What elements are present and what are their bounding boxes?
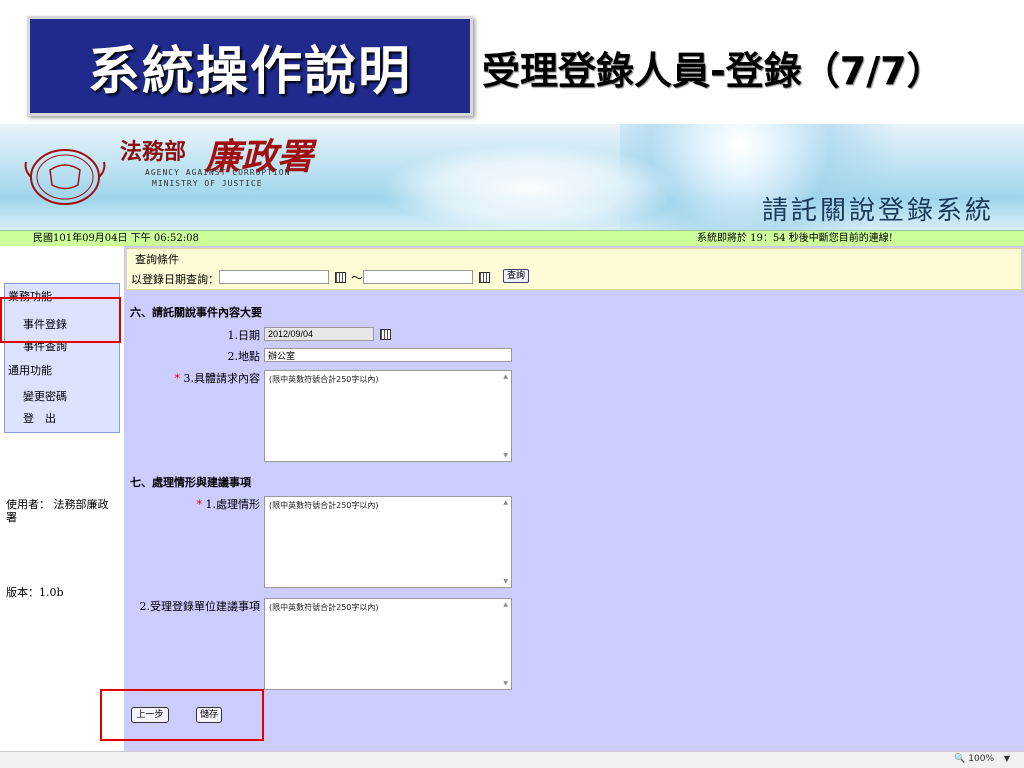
agency-prefix: 法務部 <box>120 139 187 165</box>
request-content-textarea[interactable]: (限中英數符號合計250字以內) ▲ ▼ <box>264 370 512 462</box>
section7-title: 七、處理情形與建議事項 <box>130 476 251 489</box>
request-content-label-text: 3.具體請求內容 <box>183 372 261 385</box>
scroll-down-icon[interactable]: ▼ <box>503 680 508 687</box>
agency-english-line1: AGENCY AGAINST CORRUPTION <box>145 168 291 177</box>
highlight-event-register <box>0 297 121 343</box>
site-banner: 法務部 廉政署 AGENCY AGAINST CORRUPTION MINIST… <box>0 124 1024 230</box>
handling-label-text: 1.處理情形 <box>205 498 261 511</box>
zoom-level[interactable]: 🔍 100% <box>954 754 994 764</box>
system-name: 請託關說登錄系統 <box>761 196 994 226</box>
browser-status-bar: 🔍 100% ▼ <box>0 751 1024 768</box>
suggestion-textarea[interactable]: (限中英數符號合計250字以內) ▲ ▼ <box>264 598 512 690</box>
scroll-up-icon[interactable]: ▲ <box>503 499 508 506</box>
sidebar-item-change-password[interactable]: 變更密碼 <box>23 388 67 404</box>
main-form-area: 查詢條件 以登錄日期查詢： ～ 查詢 六、請託關說事件內容大要 1.日期 2.地… <box>124 246 1024 751</box>
calendar-icon[interactable] <box>380 329 391 340</box>
scroll-up-icon[interactable]: ▲ <box>503 601 508 608</box>
user-label: 使用者： <box>6 498 50 511</box>
query-legend: 查詢條件 <box>135 253 179 266</box>
handling-label: * 1.處理情形 <box>144 496 261 512</box>
handling-placeholder: (限中英數符號合計250字以內) <box>269 501 379 510</box>
banner-cloud <box>380 144 680 230</box>
sidebar-group-general: 通用功能 <box>8 364 52 377</box>
request-content-placeholder: (限中英數符號合計250字以內) <box>269 375 379 384</box>
section6-title: 六、請託關說事件內容大要 <box>130 306 262 319</box>
status-bar: 民國101年09月04日 下午 06:52:08 系統即將於 19：54 秒後中… <box>0 230 1024 246</box>
required-marker: * <box>174 372 181 385</box>
slide-title-box: 系統操作說明 <box>27 16 473 116</box>
event-place-input[interactable] <box>264 348 512 362</box>
status-datetime: 民國101年09月04日 下午 06:52:08 <box>33 233 199 244</box>
zoom-icon: 🔍 <box>954 754 966 764</box>
event-date-input[interactable] <box>264 327 374 341</box>
scroll-down-icon[interactable]: ▼ <box>503 578 508 585</box>
query-date-to-input[interactable] <box>363 270 473 284</box>
required-marker: * <box>196 498 203 511</box>
slide-title: 系統操作說明 <box>87 41 412 102</box>
highlight-action-buttons <box>100 689 264 741</box>
suggestion-label: 2.受理登錄單位建議事項 <box>139 600 261 613</box>
handling-textarea[interactable]: (限中英數符號合計250字以內) ▲ ▼ <box>264 496 512 588</box>
query-date-from-input[interactable] <box>219 270 329 284</box>
agency-logo-icon <box>24 149 106 205</box>
slide-subtitle: 受理登錄人員-登錄（7/7） <box>482 49 945 93</box>
query-panel: 查詢條件 以登錄日期查詢： ～ 查詢 <box>126 248 1022 290</box>
event-date-label: 1.日期 <box>227 329 261 342</box>
zoom-value: 100% <box>968 754 994 764</box>
current-user: 使用者： 法務部廉政署 <box>6 498 118 524</box>
event-place-label: 2.地點 <box>227 350 261 363</box>
version-label: 版本：1.0b <box>6 586 64 599</box>
scroll-down-icon[interactable]: ▼ <box>503 452 508 459</box>
query-search-button[interactable]: 查詢 <box>503 269 529 283</box>
scroll-up-icon[interactable]: ▲ <box>503 373 508 380</box>
calendar-icon[interactable] <box>335 272 346 283</box>
agency-english-line2: MINISTRY OF JUSTICE <box>152 179 263 188</box>
query-date-label: 以登錄日期查詢： <box>131 273 219 286</box>
calendar-icon[interactable] <box>479 272 490 283</box>
sidebar-item-logout[interactable]: 登 出 <box>23 410 56 426</box>
suggestion-placeholder: (限中英數符號合計250字以內) <box>269 603 379 612</box>
session-timeout-message: 系統即將於 19：54 秒後中斷您目前的連線! <box>697 233 893 244</box>
date-range-separator: ～ <box>351 271 364 285</box>
request-content-label: * 3.具體請求內容 <box>144 370 261 386</box>
zoom-dropdown-icon[interactable]: ▼ <box>1004 754 1010 763</box>
